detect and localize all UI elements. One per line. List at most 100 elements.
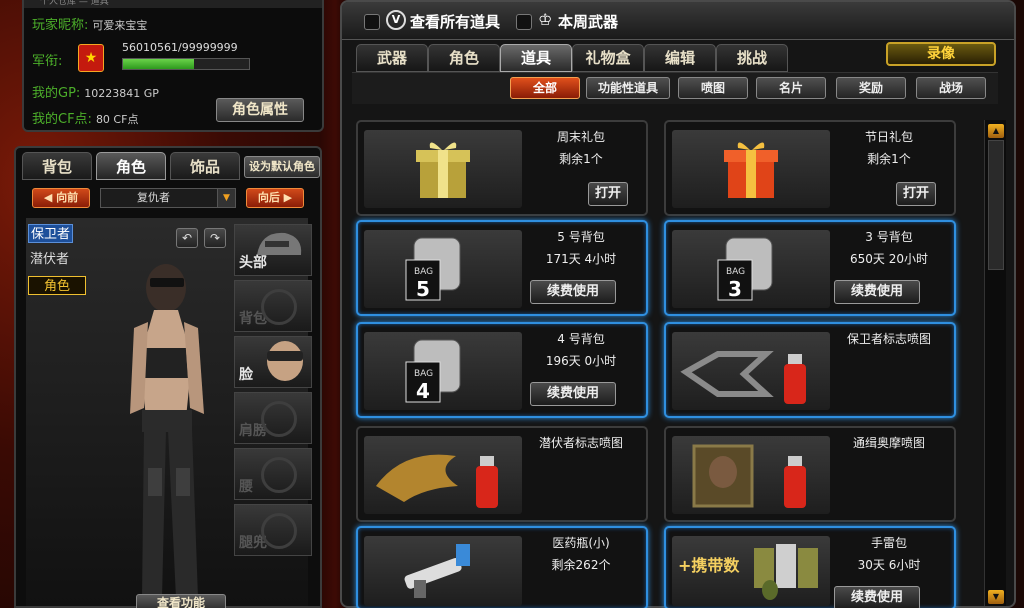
tab-characters[interactable]: 角色: [428, 44, 500, 72]
faction-guardian[interactable]: 保卫者: [28, 224, 74, 243]
inventory-panel: V 查看所有道具 ♔ 本周武器 武器 角色 道具 礼物盒 编辑 挑战 录像 全部…: [340, 0, 1016, 608]
renew-use-button[interactable]: 续费使用: [530, 382, 616, 406]
renew-use-button[interactable]: 续费使用: [530, 280, 616, 304]
item-card-lurker-spray[interactable]: 潜伏者标志喷图: [356, 426, 648, 522]
nickname-row: 玩家昵称: 可爱来宝宝: [32, 14, 147, 33]
filter-functional[interactable]: 功能性道具: [586, 77, 670, 99]
spray-lurker-icon: [376, 454, 498, 508]
item-name: 节日礼包: [864, 130, 913, 144]
tab-backpack[interactable]: 背包: [22, 152, 92, 180]
item-card-bag-3[interactable]: BAG 3 3 号背包 650天 20小时 续费使用: [664, 220, 956, 316]
role-attributes-button[interactable]: 角色属性: [216, 98, 304, 122]
weekly-weapon-icon: ♔: [538, 10, 553, 29]
tab-weapons[interactable]: 武器: [356, 44, 428, 72]
role-select[interactable]: 复仇者 ▼: [100, 188, 236, 208]
filter-namecard[interactable]: 名片: [756, 77, 826, 99]
scroll-down-icon[interactable]: ▼: [988, 590, 1004, 604]
next-role-button[interactable]: 向后 ▶: [246, 188, 304, 208]
item-image: BAG 4: [364, 332, 522, 410]
item-image: [672, 332, 830, 410]
weekly-weapon-label: 本周武器: [558, 13, 619, 31]
item-name: 保卫者标志喷图: [846, 332, 931, 346]
open-button[interactable]: 打开: [896, 182, 936, 206]
slot-label-face: 脸: [239, 367, 253, 383]
item-image: [364, 436, 522, 514]
item-card-guardian-spray[interactable]: 保卫者标志喷图: [664, 322, 956, 418]
rotate-left-icon[interactable]: ↶: [176, 228, 198, 248]
item-duration: 196天 0小时: [545, 354, 617, 368]
filter-battlefield[interactable]: 战场: [916, 77, 986, 99]
set-default-role-button[interactable]: 设为默认角色: [244, 156, 320, 178]
renew-use-button[interactable]: 续费使用: [834, 280, 920, 304]
top-strip-text: 个人仓库 — 道具: [24, 0, 322, 8]
tab-accessory[interactable]: 饰品: [170, 152, 240, 180]
inventory-header: V 查看所有道具 ♔ 本周武器: [342, 2, 1014, 40]
open-button[interactable]: 打开: [588, 182, 628, 206]
slot-label-shoulder: 肩膀: [239, 423, 267, 439]
role-select-value: 复仇者: [137, 191, 170, 204]
filter-all[interactable]: 全部: [510, 77, 580, 99]
nickname-value: 可爱来宝宝: [92, 19, 148, 32]
item-name: 3 号背包: [865, 230, 913, 244]
svg-text:BAG: BAG: [414, 267, 433, 277]
item-image: [364, 130, 522, 208]
slot-label-backpack: 背包: [239, 311, 267, 327]
item-image: [672, 436, 830, 514]
faction-lurker[interactable]: 潜伏者: [28, 250, 71, 269]
slot-label-leg-pouch: 腿兜: [239, 535, 267, 551]
cf-label: 我的CF点:: [32, 112, 92, 127]
prev-role-button[interactable]: ◀ 向前: [32, 188, 90, 208]
view-all-icon: V: [386, 10, 406, 30]
bag-number: 5: [416, 277, 430, 301]
view-all-checkbox[interactable]: [364, 14, 380, 30]
renew-use-button[interactable]: 续费使用: [834, 586, 920, 608]
svg-text:BAG: BAG: [726, 267, 745, 277]
item-card-bag-5[interactable]: BAG 5 5 号背包 171天 4小时 续费使用: [356, 220, 648, 316]
prev-role-label: 向前: [56, 191, 79, 204]
item-remaining: 剩余1个: [867, 152, 911, 166]
item-card-medkit-small[interactable]: 医药瓶(小) 剩余262个: [356, 526, 648, 608]
spray-wanted-icon: [692, 444, 806, 508]
cf-value: 80 CF点: [95, 113, 139, 126]
item-image: BAG 5: [364, 230, 522, 308]
slot-leg-pouch[interactable]: 腿兜: [234, 504, 312, 556]
record-button[interactable]: 录像: [886, 42, 996, 66]
item-remaining: 剩余262个: [551, 558, 611, 572]
scroll-thumb[interactable]: [988, 140, 1004, 270]
tab-gift-box[interactable]: 礼物盒: [572, 44, 644, 72]
item-list-scrollbar[interactable]: ▲ ▼: [984, 120, 1006, 606]
tab-edit[interactable]: 编辑: [644, 44, 716, 72]
rotate-right-icon[interactable]: ↷: [204, 228, 226, 248]
faction-role[interactable]: 角色: [28, 276, 86, 295]
tab-role[interactable]: 角色: [96, 152, 166, 180]
nickname-label: 玩家昵称:: [32, 18, 89, 33]
slot-head[interactable]: 头部: [234, 224, 312, 276]
spray-guardian-icon: [680, 351, 806, 404]
item-card-grenade-pack[interactable]: +携带数 手雷包 30天 6小时 续费使用: [664, 526, 956, 608]
weekly-weapon-checkbox[interactable]: [516, 14, 532, 30]
gift-box-icon: [416, 142, 470, 198]
slot-waist[interactable]: 腰: [234, 448, 312, 500]
role-panel: 背包 角色 饰品 设为默认角色 ◀ 向前 复仇者 ▼ 向后 ▶ 保卫者 潜伏者 角…: [14, 146, 322, 608]
slot-label-waist: 腰: [239, 479, 253, 495]
item-name: 4 号背包: [557, 332, 605, 346]
item-card-wanted-omar-spray[interactable]: 通缉奥摩喷图: [664, 426, 956, 522]
item-name: 手雷包: [870, 536, 907, 550]
red-gift-box-icon: [724, 142, 778, 198]
scroll-up-icon[interactable]: ▲: [988, 124, 1004, 138]
filter-spray[interactable]: 喷图: [678, 77, 748, 99]
item-card-festival-pack[interactable]: 节日礼包 剩余1个 打开: [664, 120, 956, 216]
slot-backpack[interactable]: 背包: [234, 280, 312, 332]
slot-shoulder[interactable]: 肩膀: [234, 392, 312, 444]
item-card-bag-4[interactable]: BAG 4 4 号背包 196天 0小时 续费使用: [356, 322, 648, 418]
item-card-weekend-pack[interactable]: 周末礼包 剩余1个 打开: [356, 120, 648, 216]
gp-value: 10223841 GP: [84, 87, 159, 100]
item-name: 医药瓶(小): [552, 536, 610, 550]
slot-face[interactable]: 脸: [234, 336, 312, 388]
filter-reward[interactable]: 奖励: [836, 77, 906, 99]
tab-challenge[interactable]: 挑战: [716, 44, 788, 72]
view-function-button[interactable]: 查看功能: [136, 594, 226, 608]
next-role-label: 向后: [257, 191, 280, 204]
player-info-panel: 个人仓库 — 道具 玩家昵称: 可爱来宝宝 军衔: ★ 56010561/9999…: [22, 0, 324, 132]
tab-items[interactable]: 道具: [500, 44, 572, 72]
